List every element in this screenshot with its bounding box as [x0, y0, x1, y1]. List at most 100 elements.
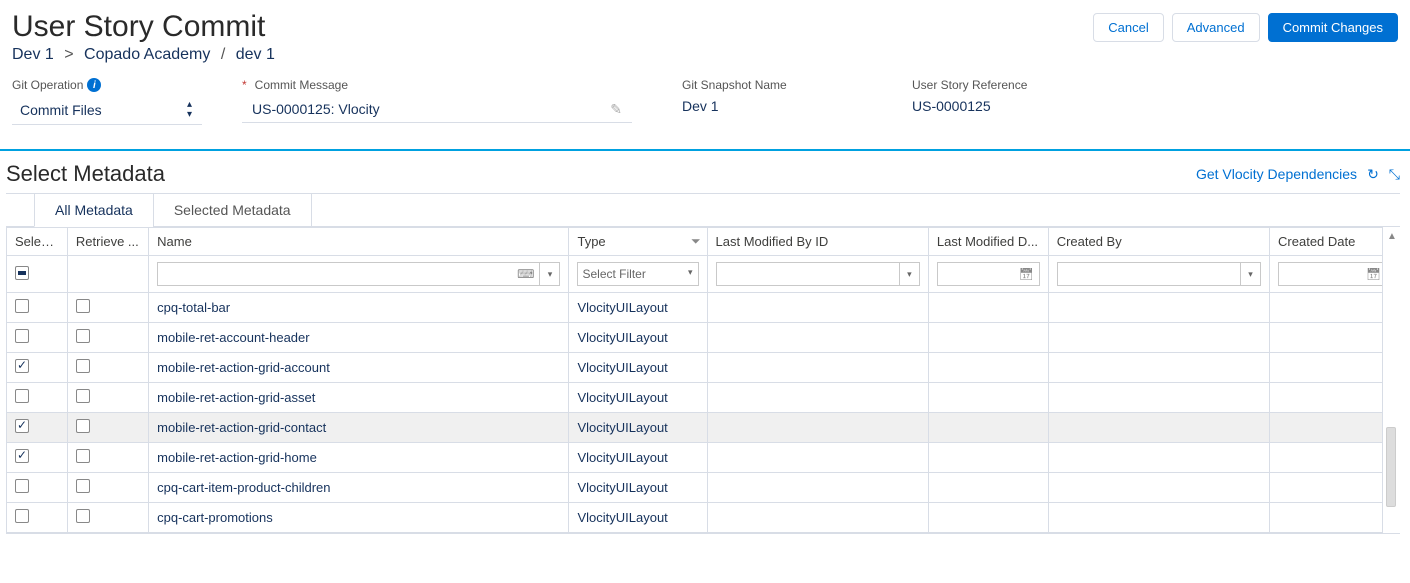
filter-type-select[interactable]: Select Filter [577, 262, 698, 286]
chevron-updown-icon: ▴▾ [187, 100, 192, 120]
select-all-checkbox[interactable] [15, 266, 29, 280]
col-created-date[interactable]: Created Date [1270, 228, 1396, 256]
pencil-icon[interactable]: ✎ [610, 101, 622, 118]
filter-lmby-input[interactable] [716, 262, 900, 286]
breadcrumb: Dev 1 > Copado Academy / dev 1 [12, 46, 1398, 64]
breadcrumb-part-3[interactable]: dev 1 [236, 46, 275, 63]
cell-empty [1048, 293, 1269, 323]
expand-icon[interactable]: ⤡ [1389, 166, 1400, 183]
cell-type: VlocityUILayout [569, 323, 707, 353]
row-retrieve-checkbox[interactable] [76, 479, 90, 493]
cell-empty [928, 293, 1048, 323]
tab-selected-metadata[interactable]: Selected Metadata [153, 194, 312, 227]
cell-empty [1048, 353, 1269, 383]
row-select-checkbox[interactable] [15, 299, 29, 313]
cell-empty [1270, 353, 1396, 383]
col-last-modified-date[interactable]: Last Modified D... [928, 228, 1048, 256]
calendar-icon[interactable]: 📅︎ [1366, 267, 1381, 281]
col-last-modified-by[interactable]: Last Modified By ID [707, 228, 928, 256]
cancel-button[interactable]: Cancel [1093, 13, 1163, 42]
row-retrieve-checkbox[interactable] [76, 509, 90, 523]
keyboard-icon: ⌨ [517, 267, 534, 281]
tab-all-metadata[interactable]: All Metadata [34, 194, 154, 227]
row-select-checkbox[interactable] [15, 419, 29, 433]
table-row[interactable]: cpq-total-barVlocityUILayout [7, 293, 1396, 323]
cell-empty [707, 323, 928, 353]
table-row[interactable]: mobile-ret-action-grid-contactVlocityUIL… [7, 413, 1396, 443]
table-row[interactable]: cpq-cart-promotionsVlocityUILayout [7, 503, 1396, 533]
row-select-checkbox[interactable] [15, 509, 29, 523]
cell-empty [928, 323, 1048, 353]
filter-lmby-dropdown[interactable]: ▾ [900, 262, 920, 286]
git-snapshot-value: Dev 1 [682, 98, 864, 114]
table-row[interactable]: mobile-ret-account-headerVlocityUILayout [7, 323, 1396, 353]
row-retrieve-checkbox[interactable] [76, 359, 90, 373]
table-row[interactable]: mobile-ret-action-grid-homeVlocityUILayo… [7, 443, 1396, 473]
get-vlocity-dependencies-link[interactable]: Get Vlocity Dependencies [1196, 166, 1357, 182]
row-select-checkbox[interactable] [15, 329, 29, 343]
cell-empty [928, 353, 1048, 383]
cell-empty [1270, 293, 1396, 323]
page-title: User Story Commit [12, 10, 265, 44]
commit-message-input[interactable] [250, 100, 602, 118]
cell-empty [928, 383, 1048, 413]
info-icon[interactable]: i [87, 78, 101, 92]
cell-empty [1048, 323, 1269, 353]
filter-name-dropdown[interactable]: ▾ [540, 262, 560, 286]
cell-type: VlocityUILayout [569, 293, 707, 323]
cell-empty [1270, 473, 1396, 503]
table-row[interactable]: mobile-ret-action-grid-assetVlocityUILay… [7, 383, 1396, 413]
cell-name: cpq-total-bar [149, 293, 569, 323]
col-name[interactable]: Name [149, 228, 569, 256]
filter-createdby-dropdown[interactable]: ▾ [1241, 262, 1261, 286]
cell-empty [1270, 443, 1396, 473]
col-selected[interactable]: Select... [7, 228, 68, 256]
cell-empty [928, 473, 1048, 503]
row-retrieve-checkbox[interactable] [76, 299, 90, 313]
breadcrumb-part-2[interactable]: Copado Academy [84, 46, 210, 63]
row-select-checkbox[interactable] [15, 359, 29, 373]
filter-name-input[interactable] [157, 262, 540, 286]
advanced-button[interactable]: Advanced [1172, 13, 1260, 42]
row-retrieve-checkbox[interactable] [76, 389, 90, 403]
cell-empty [1270, 383, 1396, 413]
calendar-icon[interactable]: 📅︎ [1018, 267, 1033, 281]
commit-changes-button[interactable]: Commit Changes [1268, 13, 1398, 42]
row-select-checkbox[interactable] [15, 389, 29, 403]
commit-message-label: Commit Message [255, 78, 348, 92]
metadata-grid: Select... Retrieve ... Name Type⏷ Last M… [6, 227, 1396, 533]
scroll-thumb[interactable] [1386, 427, 1396, 507]
table-row[interactable]: cpq-cart-item-product-childrenVlocityUIL… [7, 473, 1396, 503]
user-story-ref-label: User Story Reference [912, 78, 1027, 92]
cell-empty [707, 473, 928, 503]
cell-empty [707, 413, 928, 443]
cell-empty [928, 413, 1048, 443]
cell-empty [1048, 413, 1269, 443]
cell-empty [1270, 323, 1396, 353]
breadcrumb-part-1[interactable]: Dev 1 [12, 46, 54, 63]
table-row[interactable]: mobile-ret-action-grid-accountVlocityUIL… [7, 353, 1396, 383]
row-retrieve-checkbox[interactable] [76, 449, 90, 463]
row-select-checkbox[interactable] [15, 479, 29, 493]
git-operation-select[interactable]: Commit Files ▴▾ [12, 98, 202, 125]
col-created-by[interactable]: Created By [1048, 228, 1269, 256]
col-retrieve[interactable]: Retrieve ... [67, 228, 148, 256]
cell-type: VlocityUILayout [569, 383, 707, 413]
cell-name: mobile-ret-action-grid-account [149, 353, 569, 383]
cell-name: mobile-ret-action-grid-asset [149, 383, 569, 413]
cell-empty [1048, 443, 1269, 473]
row-select-checkbox[interactable] [15, 449, 29, 463]
col-type[interactable]: Type⏷ [569, 228, 707, 256]
cell-empty [928, 503, 1048, 533]
cell-name: mobile-ret-action-grid-contact [149, 413, 569, 443]
git-operation-value: Commit Files [20, 102, 102, 118]
cell-empty [707, 293, 928, 323]
filter-createdby-input[interactable] [1057, 262, 1241, 286]
scroll-up-arrow[interactable]: ▲ [1383, 227, 1400, 245]
row-retrieve-checkbox[interactable] [76, 329, 90, 343]
cell-name: mobile-ret-action-grid-home [149, 443, 569, 473]
vertical-scrollbar[interactable]: ▲ [1382, 227, 1400, 533]
refresh-icon[interactable]: ↻ [1367, 166, 1379, 183]
git-snapshot-label: Git Snapshot Name [682, 78, 787, 92]
row-retrieve-checkbox[interactable] [76, 419, 90, 433]
